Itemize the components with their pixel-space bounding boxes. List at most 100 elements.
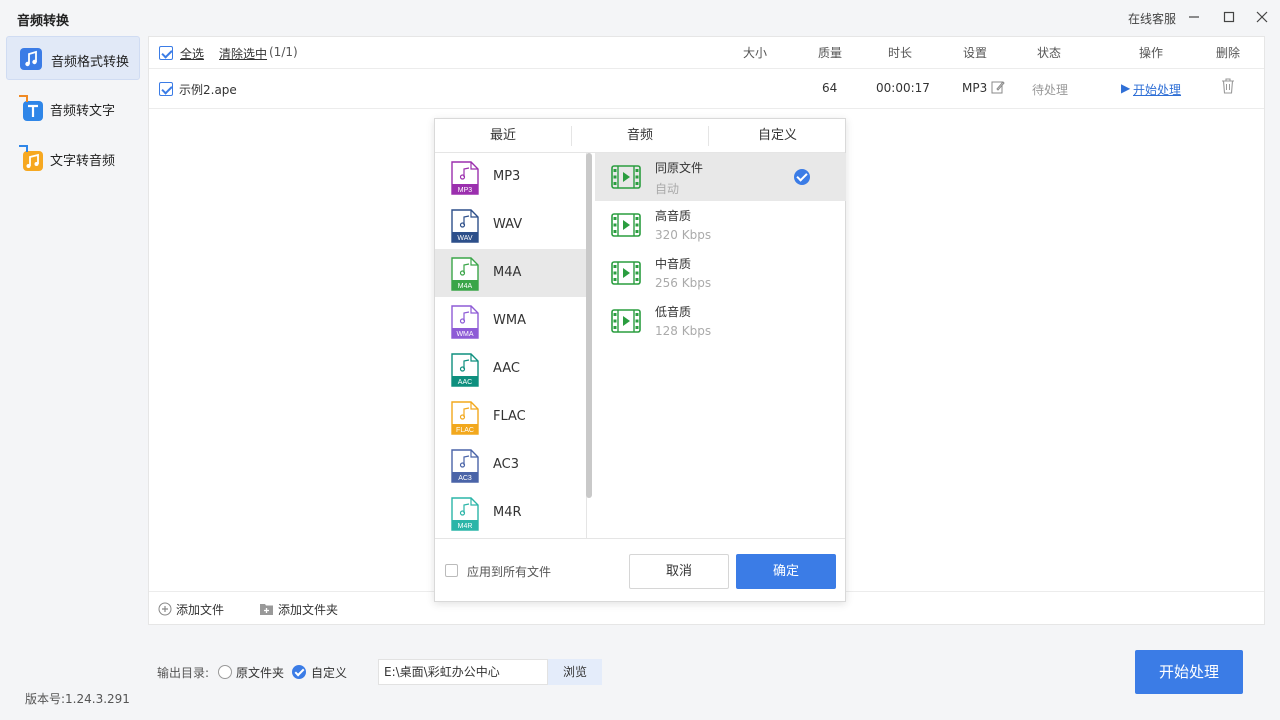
format-item-m4r[interactable]: M4R M4R xyxy=(435,489,586,537)
sidebar-item-audio-format-convert[interactable]: 音频格式转换 xyxy=(6,36,140,80)
speech-to-text-icon xyxy=(17,94,45,122)
sidebar-item-label: 音频格式转换 xyxy=(51,55,130,70)
tab-custom[interactable]: 自定义 xyxy=(709,119,846,153)
format-tabs: 最近 音频 自定义 xyxy=(435,119,845,153)
output-format[interactable]: MP3 xyxy=(962,81,987,95)
format-item-wma[interactable]: WMA WMA xyxy=(435,297,586,345)
audio-convert-icon xyxy=(18,45,46,73)
apply-all-checkbox[interactable] xyxy=(445,564,458,577)
quality-bitrate: 320 Kbps xyxy=(655,228,712,242)
browse-button[interactable]: 浏览 xyxy=(548,659,602,685)
maximize-icon[interactable] xyxy=(1217,6,1241,30)
format-name: AC3 xyxy=(493,457,520,472)
output-path-input[interactable]: E:\桌面\彩虹办公中心 xyxy=(378,659,548,685)
quality-name: 同原文件 xyxy=(655,161,704,175)
format-item-flac[interactable]: FLAC FLAC xyxy=(435,393,586,441)
edit-icon[interactable] xyxy=(991,80,1005,98)
svg-text:M4R: M4R xyxy=(458,523,473,530)
column-header-quality: 质量 xyxy=(818,46,843,60)
start-processing-link[interactable]: 开始处理 xyxy=(1133,81,1181,98)
radio-original-folder-label: 原文件夹 xyxy=(236,666,285,680)
audio-file-icon: MP3 xyxy=(450,161,480,199)
format-item-aac[interactable]: AAC AAC xyxy=(435,345,586,393)
status-text: 待处理 xyxy=(1032,83,1069,97)
table-row[interactable]: 示例2.ape 64 00:00:17 MP3 待处理 ▶ 开始处理 xyxy=(149,69,1264,109)
format-name: M4R xyxy=(493,505,522,520)
add-file-button[interactable]: 添加文件 xyxy=(176,601,224,618)
quality-name: 高音质 xyxy=(655,209,692,223)
row-checkbox[interactable] xyxy=(159,82,173,96)
audio-file-icon: AC3 xyxy=(450,449,480,487)
format-item-wav[interactable]: WAV WAV xyxy=(435,201,586,249)
quality-bitrate: 256 Kbps xyxy=(655,276,712,290)
quality-option[interactable]: 低音质 128 Kbps xyxy=(595,297,846,345)
svg-text:M4A: M4A xyxy=(458,283,473,290)
format-item-m4a[interactable]: M4A M4A xyxy=(435,249,586,297)
format-dialog: 最近 音频 自定义 MP3 MP3 WAV WAV M4A M4A WMA WMA AAC AAC… xyxy=(434,118,846,602)
quality-bitrate: 自动 xyxy=(655,182,680,196)
table-header: 全选 清除选中 (1/1) 大小 质量 时长 设置 状态 操作 删除 xyxy=(149,37,1264,69)
tab-recent[interactable]: 最近 xyxy=(435,119,571,153)
play-icon[interactable]: ▶ xyxy=(1121,81,1130,95)
audio-file-icon: M4A xyxy=(450,257,480,295)
sidebar: 音频格式转换 音频转文字 文字转音频 xyxy=(0,36,148,720)
radio-custom-folder-label: 自定义 xyxy=(311,666,348,680)
format-item-mp3[interactable]: MP3 MP3 xyxy=(435,153,586,201)
format-name: AAC xyxy=(493,361,520,376)
quality-option[interactable]: 高音质 320 Kbps xyxy=(595,201,846,249)
format-name: MP3 xyxy=(493,169,521,184)
cancel-button[interactable]: 取消 xyxy=(629,554,729,589)
radio-original-folder[interactable] xyxy=(218,665,232,679)
file-quality: 64 xyxy=(822,81,838,95)
format-list-scrollbar[interactable] xyxy=(586,153,592,498)
selected-check-icon xyxy=(794,169,810,185)
add-folder-button[interactable]: 添加文件夹 xyxy=(278,601,338,618)
video-file-icon xyxy=(611,261,641,289)
clear-selection-link[interactable]: 清除选中 xyxy=(219,45,267,62)
video-file-icon xyxy=(611,213,641,241)
start-processing-button[interactable]: 开始处理 xyxy=(1135,650,1243,694)
ok-button[interactable]: 确定 xyxy=(736,554,836,589)
trash-icon[interactable] xyxy=(1221,78,1235,98)
minimize-icon[interactable] xyxy=(1182,6,1206,30)
online-service-link[interactable]: 在线客服 xyxy=(1128,10,1176,27)
radio-custom-folder[interactable] xyxy=(292,665,306,679)
apply-all-label: 应用到所有文件 xyxy=(467,565,552,579)
text-to-speech-icon xyxy=(17,144,45,172)
select-all-checkbox[interactable] xyxy=(159,46,173,60)
format-item-ac3[interactable]: AC3 AC3 xyxy=(435,441,586,489)
file-name: 示例2.ape xyxy=(179,83,237,97)
column-header-size: 大小 xyxy=(743,46,768,60)
sidebar-item-audio-to-text[interactable]: 音频转文字 xyxy=(6,86,140,130)
column-header-duration: 时长 xyxy=(888,46,913,60)
select-all-link[interactable]: 全选 xyxy=(180,45,204,62)
audio-file-icon: M4R xyxy=(450,497,480,535)
svg-text:AAC: AAC xyxy=(458,379,472,386)
tab-audio[interactable]: 音频 xyxy=(572,119,708,153)
sidebar-item-label: 音频转文字 xyxy=(50,104,116,119)
selection-count: (1/1) xyxy=(269,45,298,59)
svg-text:WMA: WMA xyxy=(456,331,473,338)
video-file-icon xyxy=(611,309,641,337)
svg-text:AC3: AC3 xyxy=(458,475,472,482)
quality-option[interactable]: 中音质 256 Kbps xyxy=(595,249,846,297)
app-title: 音频转换 xyxy=(17,14,70,29)
version-label: 版本号:1.24.3.291 xyxy=(25,692,130,706)
column-header-status: 状态 xyxy=(1037,46,1062,60)
column-header-action: 操作 xyxy=(1139,46,1164,60)
audio-file-icon: AAC xyxy=(450,353,480,391)
svg-text:FLAC: FLAC xyxy=(456,427,474,434)
sidebar-item-text-to-audio[interactable]: 文字转音频 xyxy=(6,136,140,180)
add-circle-icon[interactable] xyxy=(158,602,172,620)
format-name: FLAC xyxy=(493,409,526,424)
svg-text:MP3: MP3 xyxy=(458,187,473,194)
quality-bitrate: 128 Kbps xyxy=(655,324,712,338)
format-name: WMA xyxy=(493,313,526,328)
quality-option[interactable]: 同原文件 自动 xyxy=(595,153,846,201)
output-dir-label: 输出目录: xyxy=(157,666,210,680)
format-name: WAV xyxy=(493,217,523,232)
column-header-delete: 删除 xyxy=(1216,46,1241,60)
add-folder-icon[interactable] xyxy=(259,602,274,620)
quality-name: 低音质 xyxy=(655,305,692,319)
close-icon[interactable] xyxy=(1250,6,1274,30)
